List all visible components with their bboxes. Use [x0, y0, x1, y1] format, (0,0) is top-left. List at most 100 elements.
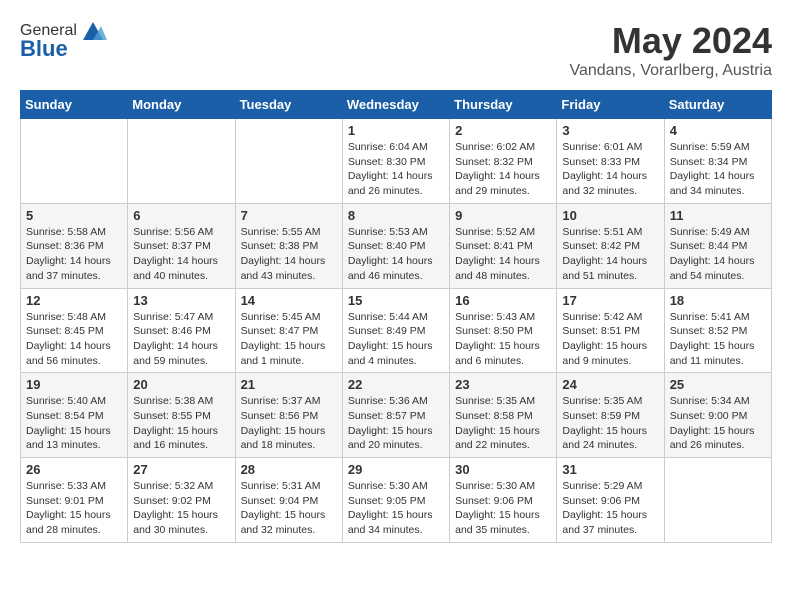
day-number: 1: [348, 123, 444, 138]
calendar-day-cell: 23 Sunrise: 5:35 AMSunset: 8:58 PMDayligh…: [450, 373, 557, 458]
day-number: 8: [348, 208, 444, 223]
calendar-day-cell: 6Sunrise: 5:56 AMSunset: 8:37 PMDaylight…: [128, 203, 235, 288]
weekday-header-row: SundayMondayTuesdayWednesdayThursdayFrid…: [21, 91, 772, 119]
calendar-day-cell: 2 Sunrise: 6:02 AMSunset: 8:32 PMDaylight…: [450, 119, 557, 204]
day-number: 11: [670, 208, 766, 223]
day-number: 10: [562, 208, 658, 223]
day-info: Sunrise: 5:44 AMSunset: 8:49 PMDaylight:…: [348, 310, 444, 369]
calendar-day-cell: 29 Sunrise: 5:30 AMSunset: 9:05 PMDayligh…: [342, 458, 449, 543]
day-info: Sunrise: 5:58 AMSunset: 8:36 PMDaylight:…: [26, 225, 122, 284]
day-number: 3: [562, 123, 658, 138]
calendar-day-cell: 18Sunrise: 5:41 AMSunset: 8:52 PMDayligh…: [664, 288, 771, 373]
day-info: Sunrise: 5:37 AMSunset: 8:56 PMDaylight:…: [241, 394, 337, 453]
calendar-day-cell: 28 Sunrise: 5:31 AMSunset: 9:04 PMDayligh…: [235, 458, 342, 543]
day-number: 23: [455, 377, 551, 392]
calendar-week-row: 26 Sunrise: 5:33 AMSunset: 9:01 PMDayligh…: [21, 458, 772, 543]
day-number: 30: [455, 462, 551, 477]
day-info: Sunrise: 5:31 AMSunset: 9:04 PMDaylight:…: [241, 479, 337, 538]
day-number: 7: [241, 208, 337, 223]
calendar-day-cell: 11 Sunrise: 5:49 AMSunset: 8:44 PMDayligh…: [664, 203, 771, 288]
day-number: 12: [26, 293, 122, 308]
day-number: 18: [670, 293, 766, 308]
calendar-day-cell: 20 Sunrise: 5:38 AMSunset: 8:55 PMDayligh…: [128, 373, 235, 458]
day-number: 16: [455, 293, 551, 308]
day-info: Sunrise: 5:36 AMSunset: 8:57 PMDaylight:…: [348, 394, 444, 453]
day-number: 5: [26, 208, 122, 223]
logo-blue-text: Blue: [20, 36, 68, 62]
day-info: Sunrise: 5:35 AMSunset: 8:58 PMDaylight:…: [455, 394, 551, 453]
month-year-title: May 2024: [570, 20, 773, 62]
calendar-day-cell: [128, 119, 235, 204]
day-number: 15: [348, 293, 444, 308]
calendar-day-cell: 21 Sunrise: 5:37 AMSunset: 8:56 PMDayligh…: [235, 373, 342, 458]
calendar-day-cell: 27 Sunrise: 5:32 AMSunset: 9:02 PMDayligh…: [128, 458, 235, 543]
day-number: 25: [670, 377, 766, 392]
calendar-day-cell: 10 Sunrise: 5:51 AMSunset: 8:42 PMDayligh…: [557, 203, 664, 288]
day-info: Sunrise: 5:56 AMSunset: 8:37 PMDaylight:…: [133, 225, 229, 284]
day-number: 13: [133, 293, 229, 308]
calendar-day-cell: 1 Sunrise: 6:04 AMSunset: 8:30 PMDaylight…: [342, 119, 449, 204]
day-number: 21: [241, 377, 337, 392]
day-number: 24: [562, 377, 658, 392]
day-number: 14: [241, 293, 337, 308]
day-info: Sunrise: 5:33 AMSunset: 9:01 PMDaylight:…: [26, 479, 122, 538]
calendar-day-cell: 25Sunrise: 5:34 AMSunset: 9:00 PMDayligh…: [664, 373, 771, 458]
weekday-header-tuesday: Tuesday: [235, 91, 342, 119]
calendar-day-cell: 8Sunrise: 5:53 AMSunset: 8:40 PMDaylight…: [342, 203, 449, 288]
calendar-day-cell: 9 Sunrise: 5:52 AMSunset: 8:41 PMDaylight…: [450, 203, 557, 288]
day-info: Sunrise: 5:30 AMSunset: 9:05 PMDaylight:…: [348, 479, 444, 538]
calendar-day-cell: 30Sunrise: 5:30 AMSunset: 9:06 PMDayligh…: [450, 458, 557, 543]
calendar-day-cell: 19 Sunrise: 5:40 AMSunset: 8:54 PMDayligh…: [21, 373, 128, 458]
day-info: Sunrise: 5:29 AMSunset: 9:06 PMDaylight:…: [562, 479, 658, 538]
day-info: Sunrise: 5:52 AMSunset: 8:41 PMDaylight:…: [455, 225, 551, 284]
calendar-day-cell: 22Sunrise: 5:36 AMSunset: 8:57 PMDayligh…: [342, 373, 449, 458]
day-info: Sunrise: 6:02 AMSunset: 8:32 PMDaylight:…: [455, 140, 551, 199]
calendar-day-cell: 14 Sunrise: 5:45 AMSunset: 8:47 PMDayligh…: [235, 288, 342, 373]
day-info: Sunrise: 5:32 AMSunset: 9:02 PMDaylight:…: [133, 479, 229, 538]
day-number: 2: [455, 123, 551, 138]
day-number: 19: [26, 377, 122, 392]
day-number: 9: [455, 208, 551, 223]
weekday-header-sunday: Sunday: [21, 91, 128, 119]
day-info: Sunrise: 5:59 AMSunset: 8:34 PMDaylight:…: [670, 140, 766, 199]
day-number: 29: [348, 462, 444, 477]
weekday-header-monday: Monday: [128, 91, 235, 119]
calendar-day-cell: 26 Sunrise: 5:33 AMSunset: 9:01 PMDayligh…: [21, 458, 128, 543]
location-subtitle: Vandans, Vorarlberg, Austria: [570, 62, 773, 80]
calendar-day-cell: 13 Sunrise: 5:47 AMSunset: 8:46 PMDayligh…: [128, 288, 235, 373]
day-info: Sunrise: 5:47 AMSunset: 8:46 PMDaylight:…: [133, 310, 229, 369]
weekday-header-wednesday: Wednesday: [342, 91, 449, 119]
weekday-header-friday: Friday: [557, 91, 664, 119]
day-number: 20: [133, 377, 229, 392]
day-number: 28: [241, 462, 337, 477]
calendar-day-cell: [235, 119, 342, 204]
day-number: 26: [26, 462, 122, 477]
calendar-week-row: 19 Sunrise: 5:40 AMSunset: 8:54 PMDayligh…: [21, 373, 772, 458]
title-block: May 2024 Vandans, Vorarlberg, Austria: [570, 20, 773, 80]
day-info: Sunrise: 5:43 AMSunset: 8:50 PMDaylight:…: [455, 310, 551, 369]
day-number: 31: [562, 462, 658, 477]
calendar-day-cell: [21, 119, 128, 204]
calendar-day-cell: 5 Sunrise: 5:58 AMSunset: 8:36 PMDaylight…: [21, 203, 128, 288]
day-info: Sunrise: 5:40 AMSunset: 8:54 PMDaylight:…: [26, 394, 122, 453]
calendar-week-row: 5 Sunrise: 5:58 AMSunset: 8:36 PMDaylight…: [21, 203, 772, 288]
day-number: 27: [133, 462, 229, 477]
calendar-day-cell: 3Sunrise: 6:01 AMSunset: 8:33 PMDaylight…: [557, 119, 664, 204]
day-number: 4: [670, 123, 766, 138]
day-number: 17: [562, 293, 658, 308]
page-header: General Blue May 2024 Vandans, Vorarlber…: [20, 20, 772, 80]
calendar-day-cell: 4 Sunrise: 5:59 AMSunset: 8:34 PMDaylight…: [664, 119, 771, 204]
day-info: Sunrise: 5:51 AMSunset: 8:42 PMDaylight:…: [562, 225, 658, 284]
day-info: Sunrise: 6:04 AMSunset: 8:30 PMDaylight:…: [348, 140, 444, 199]
calendar-day-cell: 16 Sunrise: 5:43 AMSunset: 8:50 PMDayligh…: [450, 288, 557, 373]
calendar-day-cell: 24Sunrise: 5:35 AMSunset: 8:59 PMDayligh…: [557, 373, 664, 458]
calendar-week-row: 1 Sunrise: 6:04 AMSunset: 8:30 PMDaylight…: [21, 119, 772, 204]
day-info: Sunrise: 5:48 AMSunset: 8:45 PMDaylight:…: [26, 310, 122, 369]
weekday-header-thursday: Thursday: [450, 91, 557, 119]
day-info: Sunrise: 5:45 AMSunset: 8:47 PMDaylight:…: [241, 310, 337, 369]
day-info: Sunrise: 5:38 AMSunset: 8:55 PMDaylight:…: [133, 394, 229, 453]
calendar-table: SundayMondayTuesdayWednesdayThursdayFrid…: [20, 90, 772, 543]
calendar-day-cell: 31 Sunrise: 5:29 AMSunset: 9:06 PMDayligh…: [557, 458, 664, 543]
day-info: Sunrise: 5:49 AMSunset: 8:44 PMDaylight:…: [670, 225, 766, 284]
day-info: Sunrise: 5:42 AMSunset: 8:51 PMDaylight:…: [562, 310, 658, 369]
